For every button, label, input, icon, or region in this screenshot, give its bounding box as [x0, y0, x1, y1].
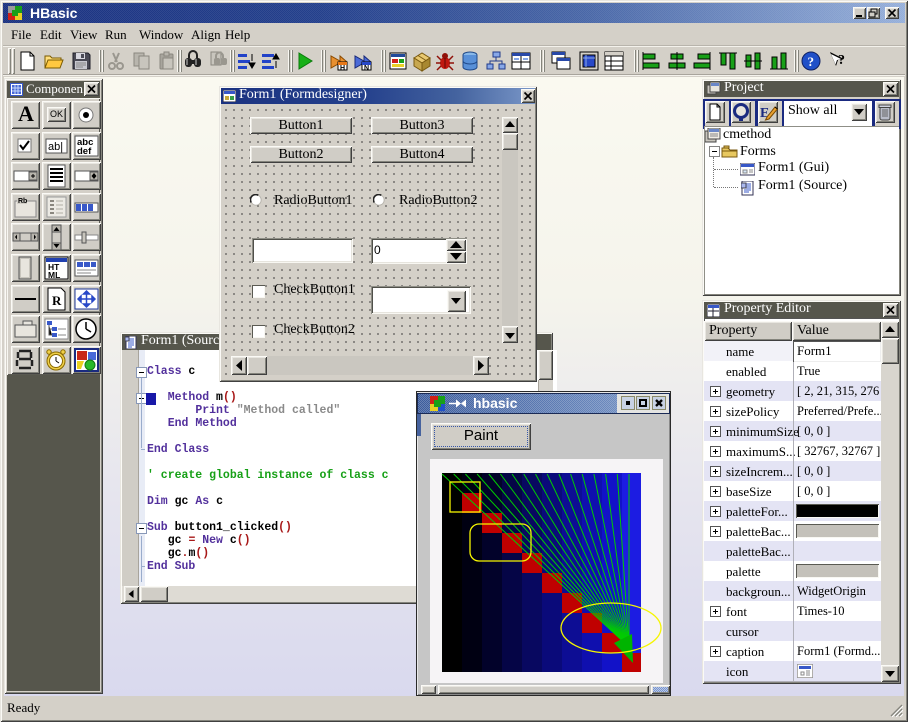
- svg-text:Rb: Rb: [18, 198, 27, 205]
- svg-text:def: def: [77, 146, 92, 157]
- svg-text:ab|: ab|: [48, 141, 63, 153]
- svg-text:R: R: [52, 293, 62, 308]
- svg-text:?: ?: [808, 54, 815, 69]
- svg-text:?: ?: [838, 53, 845, 68]
- svg-text:ML: ML: [48, 270, 60, 280]
- svg-text:H: H: [340, 65, 345, 72]
- svg-text:N: N: [364, 65, 369, 72]
